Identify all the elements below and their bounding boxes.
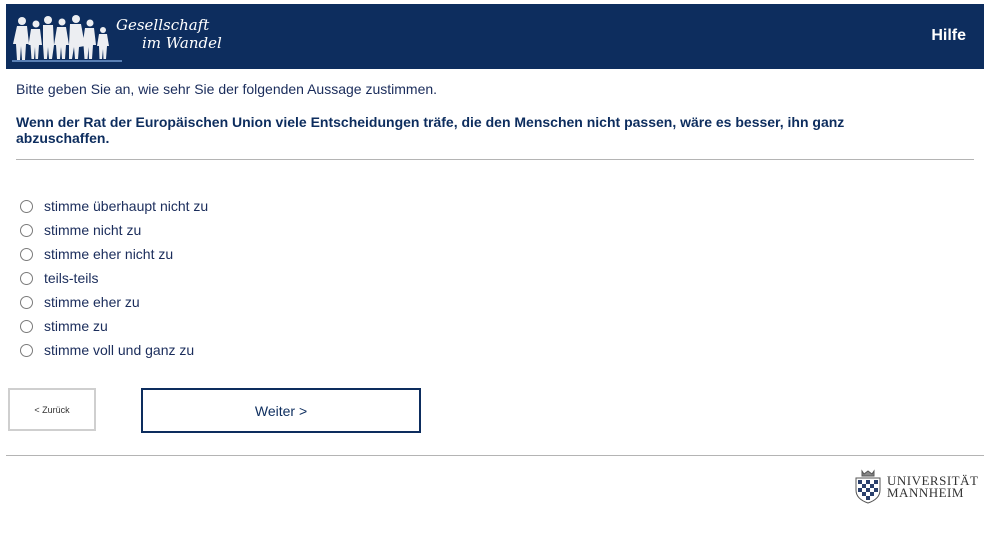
answer-option[interactable]: stimme voll und ganz zu <box>20 338 208 362</box>
answer-option[interactable]: stimme eher nicht zu <box>20 242 208 266</box>
logo-wordmark: Gesellschaft im Wandel <box>116 16 222 52</box>
answer-option-label[interactable]: stimme überhaupt nicht zu <box>44 198 208 214</box>
answer-option-label[interactable]: stimme eher zu <box>44 294 140 310</box>
answer-option[interactable]: stimme eher zu <box>20 290 208 314</box>
university-name: UNIVERSITÄT MANNHEIM <box>887 474 978 500</box>
back-button[interactable]: < Zurück <box>8 388 96 431</box>
footer-divider <box>6 455 984 456</box>
logo-line-1: Gesellschaft <box>116 16 210 34</box>
people-silhouettes-icon <box>12 15 122 62</box>
radio-button[interactable] <box>20 247 33 261</box>
radio-button[interactable] <box>20 295 33 309</box>
radio-button[interactable] <box>20 199 33 213</box>
answer-options: stimme überhaupt nicht zu stimme nicht z… <box>20 194 208 362</box>
answer-option[interactable]: stimme überhaupt nicht zu <box>20 194 208 218</box>
answer-option-label[interactable]: stimme voll und ganz zu <box>44 342 194 358</box>
radio-button[interactable] <box>20 271 33 285</box>
logo-line-2: im Wandel <box>142 34 222 52</box>
university-mannheim-logo: UNIVERSITÄT MANNHEIM <box>852 466 987 506</box>
header-banner: Gesellschaft im Wandel Hilfe <box>6 4 984 69</box>
answer-option[interactable]: teils-teils <box>20 266 208 290</box>
divider <box>16 159 974 160</box>
next-button[interactable]: Weiter > <box>141 388 421 433</box>
radio-button[interactable] <box>20 223 33 237</box>
answer-option[interactable]: stimme nicht zu <box>20 218 208 242</box>
answer-option-label[interactable]: stimme nicht zu <box>44 222 141 238</box>
university-crest-icon <box>855 469 881 504</box>
answer-option-label[interactable]: stimme eher nicht zu <box>44 246 173 262</box>
radio-button[interactable] <box>20 343 33 357</box>
radio-button[interactable] <box>20 319 33 333</box>
question-text: Wenn der Rat der Europäischen Union viel… <box>16 114 845 146</box>
answer-option-label[interactable]: teils-teils <box>44 270 98 286</box>
university-name-line-2: MANNHEIM <box>887 485 964 500</box>
answer-option-label[interactable]: stimme zu <box>44 318 108 334</box>
instruction-text: Bitte geben Sie an, wie sehr Sie der fol… <box>16 81 438 97</box>
help-link[interactable]: Hilfe <box>931 27 966 45</box>
answer-option[interactable]: stimme zu <box>20 314 208 338</box>
